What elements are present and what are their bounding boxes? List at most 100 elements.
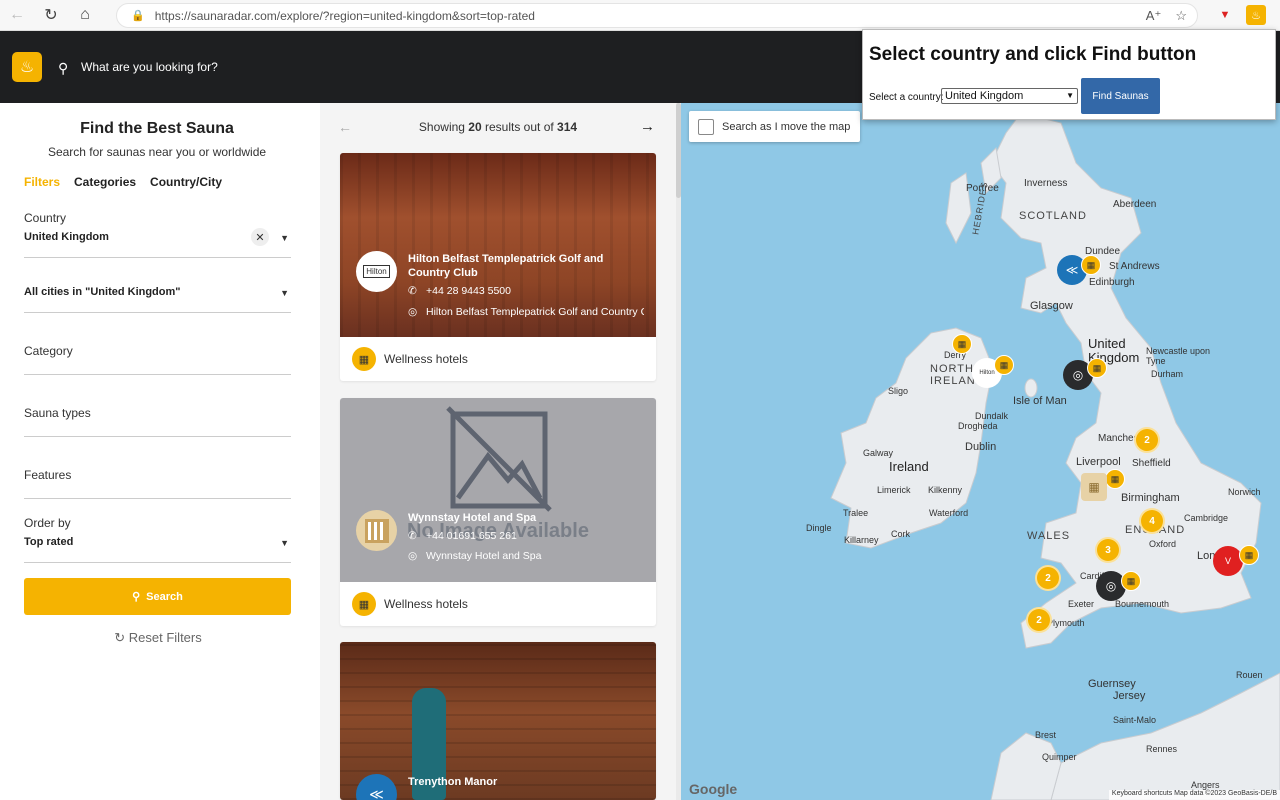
order-by-select[interactable]: Order by Top rated ▼: [24, 516, 291, 563]
find-saunas-button[interactable]: Find Saunas: [1081, 78, 1160, 114]
hotel-icon[interactable]: ▦: [1121, 571, 1141, 591]
no-image-placeholder: No Image Available Wynnstay Hotel and Sp…: [340, 398, 656, 582]
map-label-brest: Brest: [1035, 730, 1057, 740]
filter-title: Find the Best Sauna: [80, 120, 234, 137]
back-icon[interactable]: ←: [0, 0, 34, 31]
filter-tabs: Filters Categories Country/City: [24, 175, 222, 189]
search-as-i-move-label: Search as I move the map: [722, 120, 851, 133]
map-cluster-marker[interactable]: 2: [1134, 427, 1160, 453]
browser-toolbar: ← ↻ ⌂ 🔒 https://saunaradar.com/explore/?…: [0, 0, 1280, 31]
map-label-drogheda: Drogheda: [958, 421, 998, 431]
search-as-i-move-checkbox[interactable]: [698, 118, 714, 135]
card-phone-text: +44 01691 655 261: [426, 530, 517, 542]
country-select-popup: Select country and click Find button Sel…: [862, 29, 1276, 120]
map-building-marker[interactable]: ▦: [1081, 473, 1107, 501]
map-label-aberdeen: Aberdeen: [1113, 199, 1157, 210]
map-cluster-marker[interactable]: 4: [1139, 508, 1165, 534]
map-label-norwich: Norwich: [1228, 487, 1261, 497]
country-select[interactable]: Country United Kingdom ✕ ▼: [24, 211, 291, 258]
clear-country-icon[interactable]: ✕: [251, 228, 269, 246]
map-label-exeter: Exeter: [1068, 599, 1095, 609]
map-attribution[interactable]: Keyboard shortcuts Map data ©2023 GeoBas…: [1108, 790, 1280, 800]
address-bar[interactable]: 🔒 https://saunaradar.com/explore/?region…: [116, 3, 1198, 28]
category-label: Category: [24, 344, 73, 358]
tab-categories[interactable]: Categories: [74, 175, 136, 189]
order-by-value: Top rated: [24, 536, 74, 548]
tab-country-city[interactable]: Country/City: [150, 175, 222, 189]
card-category-label: Wellness hotels: [384, 352, 468, 366]
site-search-input[interactable]: What are you looking for?: [81, 60, 218, 74]
reset-filters-label: Reset Filters: [128, 630, 202, 645]
map-cluster-marker[interactable]: 2: [1026, 607, 1052, 633]
result-card[interactable]: Hilton Hilton Belfast Templepatrick Golf…: [340, 153, 656, 381]
map-label-rouen: Rouen: [1236, 670, 1263, 680]
map-label-isle-of-man: Isle of Man: [1013, 395, 1067, 407]
hotel-logo-avatar: [356, 510, 397, 551]
chevron-down-icon: ▼: [1066, 91, 1074, 100]
features-label: Features: [24, 468, 72, 482]
features-select[interactable]: Features: [24, 468, 291, 499]
map-label-birmingham: Birmingham: [1121, 492, 1180, 504]
map-label-ireland: Ireland: [889, 459, 929, 474]
hotel-icon[interactable]: ▦: [1239, 545, 1259, 565]
filter-panel: Find the Best Sauna Search for saunas ne…: [0, 103, 320, 800]
map-label-inverness: Inverness: [1024, 178, 1068, 189]
results-count: 20: [468, 120, 482, 134]
results-showing-text: Showing: [418, 120, 465, 134]
extension-saunaradar-icon[interactable]: ♨: [1246, 5, 1266, 25]
map-label-galway: Galway: [863, 448, 894, 458]
search-button[interactable]: ⚲ Search: [24, 578, 291, 615]
card-category: ▦ Wellness hotels: [340, 337, 656, 381]
map-label-sheffield: Sheffield: [1132, 458, 1171, 469]
read-aloud-icon[interactable]: A⁺: [1146, 8, 1162, 24]
map-cluster-marker[interactable]: 2: [1035, 565, 1061, 591]
reset-icon: ↻: [114, 630, 126, 645]
hotel-building-icon: [364, 518, 389, 543]
refresh-icon[interactable]: ↻: [34, 0, 68, 31]
search-icon: ⚲: [132, 591, 141, 603]
chevron-down-icon: ▼: [280, 538, 289, 548]
card-category-label: Wellness hotels: [384, 597, 468, 611]
city-select[interactable]: All cities in "United Kingdom" ▼: [24, 275, 291, 313]
hotel-icon[interactable]: ▦: [1105, 469, 1125, 489]
hotel-icon: ▦: [352, 592, 376, 616]
extension-pin-icon[interactable]: ▼: [1215, 5, 1235, 25]
search-as-i-move-toggle[interactable]: Search as I move the map: [689, 111, 860, 142]
popup-country-select[interactable]: United Kingdom ▼: [941, 88, 1078, 104]
next-page-icon[interactable]: →: [640, 118, 655, 135]
hotel-icon[interactable]: ▦: [1081, 255, 1101, 275]
results-total: 314: [557, 120, 578, 134]
map-label-cork: Cork: [891, 529, 911, 539]
popup-select-value: United Kingdom: [945, 90, 1024, 102]
card-title[interactable]: Hilton Belfast Templepatrick Golf and Co…: [408, 252, 648, 280]
favorite-icon[interactable]: ☆: [1175, 8, 1187, 24]
map-virgin-marker[interactable]: V: [1213, 546, 1243, 576]
tab-filters[interactable]: Filters: [24, 175, 60, 189]
card-title[interactable]: Wynnstay Hotel and Spa: [408, 511, 648, 525]
hotel-icon[interactable]: ▦: [1087, 358, 1107, 378]
card-title[interactable]: Trenython Manor: [408, 775, 648, 789]
sauna-photo: Hilton Hilton Belfast Templepatrick Golf…: [340, 153, 656, 337]
result-card[interactable]: ≪ Trenython Manor: [340, 642, 656, 800]
home-icon[interactable]: ⌂: [68, 0, 102, 31]
reset-filters-button[interactable]: ↻ Reset Filters: [0, 630, 316, 646]
sauna-types-select[interactable]: Sauna types: [24, 406, 291, 437]
hotel-icon[interactable]: ▦: [952, 334, 972, 354]
sauna-types-label: Sauna types: [24, 406, 91, 420]
sauna-photo: ≪ Trenython Manor: [340, 642, 656, 800]
hotel-icon[interactable]: ▦: [994, 355, 1014, 375]
map-label-angers: Angers: [1191, 780, 1220, 790]
search-icon: ⚲: [58, 60, 69, 76]
map[interactable]: SCOTLAND Inverness Portree Aberdeen Dund…: [681, 103, 1280, 800]
map-label-jersey: Jersey: [1113, 690, 1146, 702]
category-select[interactable]: Category: [24, 344, 291, 375]
map-label-tralee: Tralee: [843, 508, 869, 518]
map-cluster-marker[interactable]: 3: [1095, 537, 1121, 563]
map-label-waterford: Waterford: [929, 508, 969, 518]
map-label-durham: Durham: [1151, 369, 1184, 379]
map-label-st-andrews: St Andrews: [1109, 261, 1160, 272]
map-label-liverpool: Liverpool: [1076, 456, 1121, 468]
card-phone-text: +44 28 9443 5500: [426, 285, 511, 297]
result-card[interactable]: No Image Available Wynnstay Hotel and Sp…: [340, 398, 656, 626]
saunaradar-logo[interactable]: ♨: [12, 52, 42, 82]
